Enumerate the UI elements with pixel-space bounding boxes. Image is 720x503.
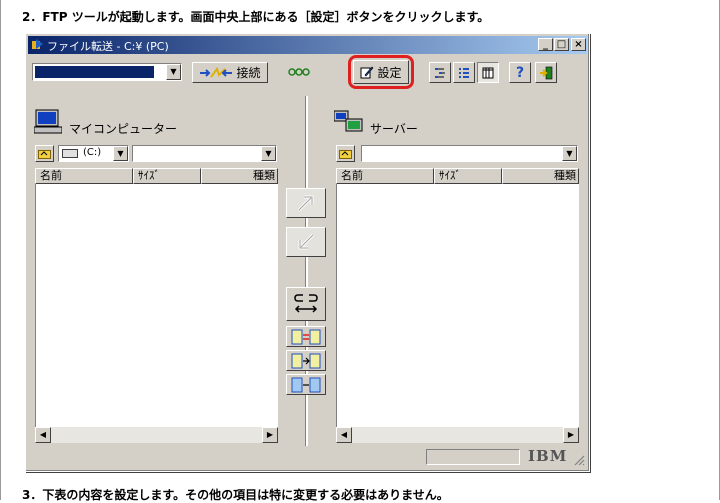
local-hscrollbar[interactable]: ◀ ▶ [35, 427, 278, 443]
scroll-left-arrow[interactable]: ◀ [336, 427, 352, 443]
minimize-button[interactable]: _ [538, 38, 553, 51]
maximize-button[interactable]: □ [554, 38, 569, 51]
remote-col-size[interactable]: ｻｲｽﾞ [434, 168, 502, 184]
status-bar: IBM [28, 446, 587, 468]
compare-right-button[interactable] [286, 350, 326, 371]
file-compare-icon [291, 329, 321, 345]
connect-label: 接続 [236, 66, 261, 80]
file-compare-icon [291, 353, 321, 369]
file-compare-icon [291, 377, 321, 393]
local-path-combo[interactable]: ▼ [132, 145, 277, 162]
chevron-down-icon[interactable]: ▼ [261, 146, 276, 161]
connection-status-icon [288, 67, 310, 77]
scroll-right-arrow[interactable]: ▶ [262, 427, 278, 443]
local-col-type[interactable]: 種類 [201, 168, 278, 184]
ibm-logo: IBM [528, 447, 568, 465]
help-icon: ? [515, 64, 525, 81]
status-field [426, 449, 520, 465]
local-pane-title: マイコンピューター [69, 122, 178, 136]
remote-col-name[interactable]: 名前 [336, 168, 434, 184]
local-up-folder-button[interactable] [35, 145, 54, 162]
close-button[interactable]: × [571, 38, 586, 51]
local-list-header: 名前 ｻｲｽﾞ 種類 [35, 168, 278, 184]
local-drive-select[interactable]: (C:) ▼ [58, 145, 129, 162]
upload-button[interactable] [286, 188, 326, 218]
up-folder-icon [339, 148, 352, 159]
step-3-text: 3．下表の内容を設定します。その他の項目は特に変更する必要はありません。 [22, 488, 449, 502]
chevron-down-icon[interactable]: ▼ [562, 146, 577, 161]
host-combo[interactable]: ▼ [32, 63, 182, 81]
columns-view-button[interactable] [477, 62, 499, 83]
compare-left-button[interactable] [286, 326, 326, 347]
remote-up-folder-button[interactable] [336, 145, 355, 162]
help-button[interactable]: ? [509, 62, 531, 83]
local-file-list[interactable] [35, 184, 278, 428]
compare-both-button[interactable] [286, 374, 326, 395]
columns-icon [482, 67, 494, 79]
server-icon [334, 109, 364, 135]
remote-pane-title: サーバー [370, 122, 418, 136]
sync-button[interactable] [286, 287, 326, 321]
settings-highlight [348, 55, 414, 89]
resize-grip-icon[interactable] [573, 454, 585, 466]
connect-button[interactable]: 接続 [192, 62, 268, 83]
exit-icon [539, 66, 553, 80]
scroll-right-arrow[interactable]: ▶ [563, 427, 579, 443]
sync-arrows-icon [293, 292, 319, 316]
remote-path-combo[interactable]: ▼ [361, 145, 578, 162]
arrow-up-right-icon [295, 192, 317, 214]
list-view-button[interactable] [429, 62, 451, 83]
list-icon [434, 67, 446, 79]
computer-icon [34, 109, 62, 135]
exit-button[interactable] [535, 62, 557, 83]
ftp-window: ファイル転送 - C:¥ (PC) _ □ × ▼ 接続 設定 ? マイコンピュ… [25, 33, 590, 472]
local-col-size[interactable]: ｻｲｽﾞ [133, 168, 201, 184]
remote-hscrollbar[interactable]: ◀ ▶ [336, 427, 579, 443]
page-frame-left [0, 0, 1, 500]
arrow-down-left-icon [295, 231, 317, 253]
title-bar[interactable]: ファイル転送 - C:¥ (PC) _ □ × [28, 36, 587, 54]
remote-file-list[interactable] [336, 184, 579, 428]
chevron-down-icon[interactable]: ▼ [113, 146, 128, 161]
details-icon [458, 67, 470, 79]
step-2-text: 2．FTP ツールが起動します。画面中央上部にある［設定］ボタンをクリックします… [22, 10, 490, 24]
local-col-name[interactable]: 名前 [35, 168, 133, 184]
app-icon [31, 38, 44, 51]
chevron-down-icon[interactable]: ▼ [166, 64, 181, 80]
remote-col-type[interactable]: 種類 [502, 168, 579, 184]
connect-icon [199, 66, 233, 79]
window-title: ファイル転送 - C:¥ (PC) [47, 40, 169, 53]
drive-icon [62, 149, 78, 158]
local-drive-label: (C:) [83, 147, 102, 158]
details-view-button[interactable] [453, 62, 475, 83]
host-combo-value [35, 66, 154, 78]
up-folder-icon [38, 148, 51, 159]
scroll-left-arrow[interactable]: ◀ [35, 427, 51, 443]
remote-list-header: 名前 ｻｲｽﾞ 種類 [336, 168, 579, 184]
download-button[interactable] [286, 227, 326, 257]
